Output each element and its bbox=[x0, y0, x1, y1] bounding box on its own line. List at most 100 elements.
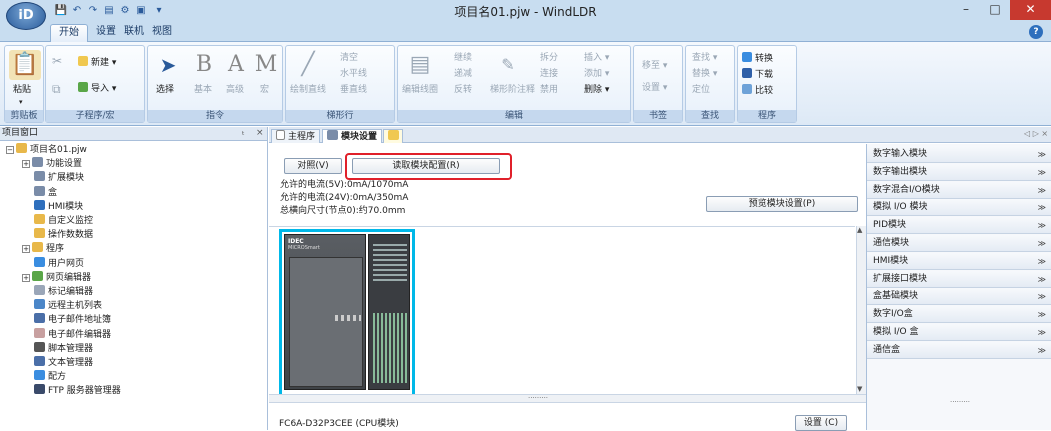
add-button[interactable]: 添加 ▾ bbox=[584, 68, 609, 80]
macro-button[interactable]: 宏 bbox=[260, 84, 269, 96]
download-button[interactable]: 下载 bbox=[742, 68, 773, 81]
expand-icon[interactable]: + bbox=[22, 273, 30, 282]
expand-chevron-icon[interactable]: ≫ bbox=[1038, 342, 1046, 359]
tab-module-settings[interactable]: 模块设置 bbox=[322, 129, 383, 143]
minimize-button[interactable]: – bbox=[952, 0, 980, 20]
tree-item[interactable]: 扩展模块 bbox=[22, 171, 84, 184]
monitor-icon[interactable]: ▤ bbox=[102, 4, 116, 17]
new-button[interactable]: 新建 ▾ bbox=[78, 56, 116, 69]
plc-icon[interactable]: ▣ bbox=[134, 4, 148, 17]
category-0[interactable]: 数字输入模块 ≫ bbox=[867, 146, 1051, 163]
category-9[interactable]: 数字I/O盒 ≫ bbox=[867, 306, 1051, 324]
reverse-button[interactable]: 反转 bbox=[454, 84, 472, 96]
tree-item[interactable]: 盒 bbox=[22, 185, 57, 199]
collapse-icon[interactable]: − bbox=[6, 146, 14, 154]
compare-button[interactable]: 比较 bbox=[742, 84, 773, 97]
select-button[interactable]: 选择 bbox=[156, 84, 174, 96]
pin-icon[interactable]: ₜ bbox=[242, 127, 245, 140]
tree-item[interactable]: 操作数数据 bbox=[22, 228, 93, 241]
doc-nav-icons[interactable]: ◁ ▷ × bbox=[1024, 129, 1048, 138]
expand-chevron-icon[interactable]: ≫ bbox=[1038, 288, 1046, 305]
clear-button[interactable]: 清空 bbox=[340, 52, 358, 64]
expand-chevron-icon[interactable]: ≫ bbox=[1038, 324, 1046, 341]
edit-line-icon[interactable]: ▤ bbox=[404, 50, 436, 80]
paste-icon[interactable]: 📋 bbox=[9, 50, 41, 80]
application-button[interactable]: iD bbox=[6, 2, 46, 30]
tab-extra[interactable] bbox=[383, 129, 403, 143]
paste-dropdown-icon[interactable]: ▾ bbox=[19, 96, 23, 108]
advanced-button[interactable]: 高级 bbox=[226, 84, 244, 96]
expand-icon[interactable]: + bbox=[22, 245, 30, 254]
tree-item[interactable]: HMI模块 bbox=[22, 199, 83, 213]
help-icon[interactable]: ? bbox=[1029, 25, 1043, 39]
copy-icon[interactable]: ⧉ bbox=[52, 82, 61, 97]
convert-button[interactable]: 转换 bbox=[742, 52, 773, 65]
tree-item[interactable]: 远程主机列表 bbox=[22, 299, 102, 312]
basic-icon[interactable]: B bbox=[188, 50, 220, 80]
split-button[interactable]: 拆分 bbox=[540, 52, 558, 64]
close-pane-icon[interactable]: × bbox=[256, 127, 264, 140]
cut-icon[interactable]: ✂ bbox=[52, 54, 62, 68]
save-icon[interactable]: 💾 bbox=[54, 4, 68, 17]
expand-chevron-icon[interactable]: ≫ bbox=[1038, 271, 1046, 288]
category-1[interactable]: 数字输出模块 ≫ bbox=[867, 163, 1051, 181]
expand-chevron-icon[interactable]: ≫ bbox=[1038, 235, 1046, 252]
comment-button[interactable]: 梯形阶注释 bbox=[490, 84, 535, 96]
tab-settings[interactable]: 设置 bbox=[93, 24, 119, 42]
palette-grip[interactable]: ......... bbox=[950, 396, 970, 404]
tree-item[interactable]: + 程序 bbox=[22, 242, 64, 255]
category-11[interactable]: 通信盒 ≫ bbox=[867, 341, 1051, 359]
paste-button[interactable]: 粘贴 bbox=[13, 84, 31, 96]
continue-button[interactable]: 继续 bbox=[454, 52, 472, 64]
edit-line-button[interactable]: 编辑线圈 bbox=[402, 84, 438, 96]
category-8[interactable]: 盒基础模块 ≫ bbox=[867, 288, 1051, 306]
insert-button[interactable]: 插入 ▾ bbox=[584, 52, 609, 64]
splitter-grip[interactable]: ......... bbox=[528, 392, 548, 400]
expand-chevron-icon[interactable]: ≫ bbox=[1038, 253, 1046, 270]
close-button[interactable]: ✕ bbox=[1010, 0, 1051, 20]
hline-button[interactable]: 水平线 bbox=[340, 68, 367, 80]
scroll-down-icon[interactable]: ▼ bbox=[857, 385, 862, 393]
expand-chevron-icon[interactable]: ≫ bbox=[1038, 199, 1046, 216]
set-bookmark-button[interactable]: 设置 ▾ bbox=[642, 82, 667, 94]
canvas-vertical-scrollbar[interactable] bbox=[856, 226, 866, 394]
select-cursor-icon[interactable]: ➤ bbox=[152, 50, 184, 80]
splitter-bar[interactable] bbox=[269, 394, 866, 403]
advanced-icon[interactable]: A bbox=[220, 50, 252, 80]
tree-item[interactable]: 用户网页 bbox=[22, 256, 84, 270]
tab-main-program[interactable]: 主程序 bbox=[271, 129, 321, 143]
expand-chevron-icon[interactable]: ≫ bbox=[1038, 182, 1046, 199]
macro-icon[interactable]: M bbox=[250, 50, 282, 80]
replace-button[interactable]: 替换 ▾ bbox=[692, 68, 717, 80]
tree-item[interactable]: 配方 bbox=[22, 370, 66, 383]
tab-start[interactable]: 开始 bbox=[50, 24, 88, 42]
category-3[interactable]: 模拟 I/O 模块 ≫ bbox=[867, 199, 1051, 217]
undo-icon[interactable]: ↶ bbox=[70, 4, 84, 17]
category-6[interactable]: HMI模块 ≫ bbox=[867, 252, 1051, 270]
tab-view[interactable]: 视图 bbox=[149, 24, 175, 42]
tree-item[interactable]: FTP 服务器管理器 bbox=[22, 384, 121, 397]
qat-dropdown-icon[interactable]: ▾ bbox=[152, 4, 166, 17]
category-7[interactable]: 扩展接口模块 ≫ bbox=[867, 270, 1051, 288]
import-button[interactable]: 导入 ▾ bbox=[78, 82, 116, 95]
expand-chevron-icon[interactable]: ≫ bbox=[1038, 217, 1046, 234]
move-to-button[interactable]: 移至 ▾ bbox=[642, 60, 667, 72]
cpu-module-image[interactable]: IDEC MICROSmart bbox=[279, 229, 415, 397]
tree-item[interactable]: 标记编辑器 bbox=[22, 285, 93, 298]
draw-line-icon[interactable]: ╱ bbox=[292, 50, 324, 80]
settings-button[interactable]: 设置 (C) bbox=[795, 415, 847, 431]
expand-chevron-icon[interactable]: ≫ bbox=[1038, 306, 1046, 323]
tree-item[interactable]: 文本管理器 bbox=[22, 356, 93, 369]
tree-item[interactable]: + 功能设置 bbox=[22, 157, 82, 170]
link-button[interactable]: 连接 bbox=[540, 68, 558, 80]
category-2[interactable]: 数字混合I/O模块 ≫ bbox=[867, 181, 1051, 199]
tree-item[interactable]: + 网页编辑器 bbox=[22, 270, 91, 284]
tree-item[interactable]: − 项目名01.pjw bbox=[6, 143, 87, 156]
category-5[interactable]: 通信模块 ≫ bbox=[867, 235, 1051, 252]
delete-button[interactable]: 删除 ▾ bbox=[584, 84, 609, 96]
locate-button[interactable]: 定位 bbox=[692, 84, 710, 96]
vline-button[interactable]: 垂直线 bbox=[340, 84, 367, 96]
transfer-icon[interactable]: ⚙ bbox=[118, 4, 132, 17]
tab-online[interactable]: 联机 bbox=[121, 24, 147, 42]
preview-module-settings-button[interactable]: 预览模块设置(P) bbox=[706, 196, 858, 212]
